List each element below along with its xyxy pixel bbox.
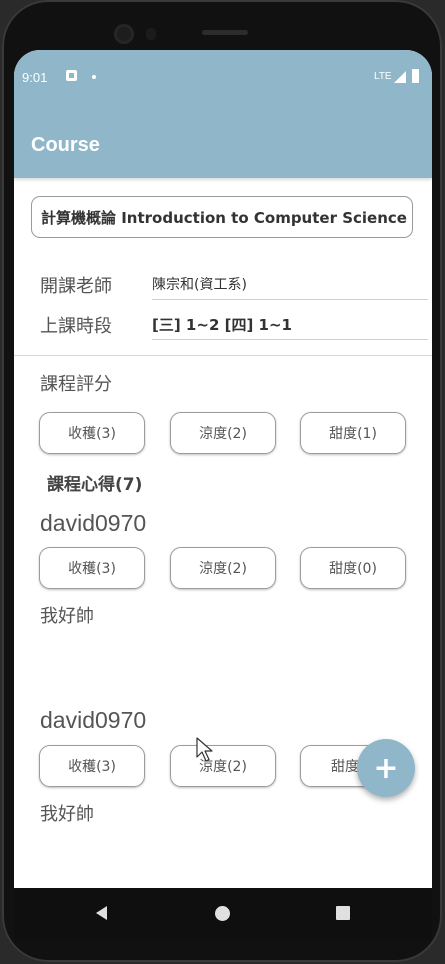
app-screen: 9:01 LTE Course 計算機概論 Introduction to Co… <box>14 50 432 888</box>
earpiece-speaker <box>202 30 248 35</box>
signal-icon <box>394 71 406 83</box>
teacher-underline <box>152 299 428 300</box>
app-title: Course <box>31 134 100 156</box>
time-label: 上課時段 <box>40 316 112 337</box>
time-value: [三] 1~2 [四] 1~1 <box>152 316 292 334</box>
review-easy-button[interactable]: 涼度(2) <box>170 745 276 787</box>
mouse-cursor-icon <box>196 737 213 762</box>
section-divider <box>14 355 432 356</box>
back-icon[interactable] <box>96 906 107 920</box>
course-name-text: 計算機概論 Introduction to Computer Science <box>41 208 407 227</box>
recents-icon[interactable] <box>336 906 350 920</box>
rating-label: 課程評分 <box>40 374 112 395</box>
review-harvest-label: 收穫(3) <box>68 561 116 577</box>
time-row: 上課時段 [三] 1~2 [四] 1~1 <box>40 310 428 340</box>
plus-icon: + <box>373 750 399 786</box>
time-underline <box>152 339 428 340</box>
review-easy-label: 涼度(2) <box>199 561 247 577</box>
app-bar: Course <box>14 110 432 178</box>
teacher-row: 開課老師 陳宗和(資工系) <box>40 270 428 300</box>
teacher-label: 開課老師 <box>40 276 112 297</box>
rating-easy-button[interactable]: 涼度(2) <box>170 412 276 454</box>
network-type: LTE <box>374 71 392 82</box>
system-nav-bar <box>14 888 432 940</box>
battery-icon <box>412 69 419 83</box>
front-camera <box>114 24 134 44</box>
notification-icon <box>66 70 77 81</box>
review-harvest-button[interactable]: 收穫(3) <box>39 745 145 787</box>
review-username: david0970 <box>40 510 147 536</box>
rating-sweet-button[interactable]: 甜度(1) <box>300 412 406 454</box>
status-time: 9:01 <box>22 70 48 85</box>
rating-harvest-button[interactable]: 收穫(3) <box>39 412 145 454</box>
sensor <box>146 28 156 40</box>
review-easy-button[interactable]: 涼度(2) <box>170 547 276 589</box>
rating-easy-label: 涼度(2) <box>199 426 247 442</box>
teacher-value: 陳宗和(資工系) <box>152 277 247 293</box>
home-icon[interactable] <box>215 906 230 921</box>
review-text: 我好帥 <box>40 606 94 627</box>
rating-sweet-label: 甜度(1) <box>329 426 377 442</box>
review-harvest-label: 收穫(3) <box>68 759 116 775</box>
review-sweet-button[interactable]: 甜度(0) <box>300 547 406 589</box>
status-bar: 9:01 LTE <box>14 50 432 110</box>
add-review-fab[interactable]: + <box>357 739 415 797</box>
review-username: david0970 <box>40 707 147 733</box>
review-sweet-label: 甜度(0) <box>329 561 377 577</box>
reviews-heading: 課程心得(7) <box>47 475 143 495</box>
course-name-field[interactable]: 計算機概論 Introduction to Computer Science <box>31 196 413 238</box>
notification-dot-icon <box>92 75 96 79</box>
review-harvest-button[interactable]: 收穫(3) <box>39 547 145 589</box>
rating-harvest-label: 收穫(3) <box>68 426 116 442</box>
review-text: 我好帥 <box>40 804 94 825</box>
